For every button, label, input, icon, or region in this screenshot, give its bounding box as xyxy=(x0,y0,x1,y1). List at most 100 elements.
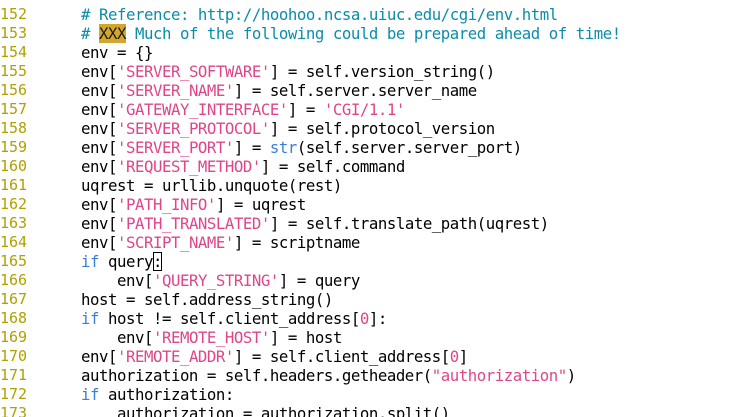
code-text[interactable]: env['PATH_TRANSLATED'] = self.translate_… xyxy=(81,214,549,233)
line-number: 156 xyxy=(0,81,28,99)
code-token: env[ xyxy=(81,119,117,138)
code-text[interactable]: # Reference: http://hoohoo.ncsa.uiuc.edu… xyxy=(81,5,558,24)
code-text[interactable]: uqrest = urllib.unquote(rest) xyxy=(81,176,342,195)
code-token: ] = query xyxy=(278,271,360,290)
code-text[interactable]: env['PATH_INFO'] = uqrest xyxy=(81,195,306,214)
code-line[interactable]: 169 env['REMOTE_HOST'] = host xyxy=(0,328,754,347)
code-token: ]: xyxy=(368,309,387,328)
code-token: env = {} xyxy=(81,43,153,62)
code-token: (self.server.server_port) xyxy=(296,138,522,157)
code-token: env[ xyxy=(81,233,117,252)
code-line[interactable]: 161 uqrest = urllib.unquote(rest) xyxy=(0,176,754,195)
code-text[interactable]: if query: xyxy=(81,252,162,271)
code-text[interactable]: # XXX Much of the following could be pre… xyxy=(81,24,621,43)
code-text[interactable]: env['REMOTE_HOST'] = host xyxy=(81,328,342,347)
code-line[interactable]: 167 host = self.address_string() xyxy=(0,290,754,309)
code-text[interactable]: authorization = self.headers.getheader("… xyxy=(81,366,576,385)
code-text[interactable]: if host != self.client_address[0]: xyxy=(81,309,387,328)
line-number: 164 xyxy=(0,233,28,251)
line-number: 158 xyxy=(0,119,28,137)
code-line[interactable]: 163 env['PATH_TRANSLATED'] = self.transla… xyxy=(0,214,754,233)
code-line[interactable]: 156 env['SERVER_NAME'] = self.server.serv… xyxy=(0,81,754,100)
code-line[interactable]: 160 env['REQUEST_METHOD'] = self.command xyxy=(0,157,754,176)
comment-token: # Reference: http://hoohoo.ncsa.uiuc.edu… xyxy=(81,5,558,24)
code-text[interactable]: host = self.address_string() xyxy=(81,290,333,309)
code-line[interactable]: 153 # XXX Much of the following could be … xyxy=(0,24,754,43)
code-line[interactable]: 171 authorization = self.headers.getheade… xyxy=(0,366,754,385)
string-token: 'GATEWAY_INTERFACE' xyxy=(116,100,288,119)
code-token: ] = self.client_address[ xyxy=(233,347,450,366)
code-text[interactable]: env['REQUEST_METHOD'] = self.command xyxy=(81,157,405,176)
code-text[interactable]: env['SERVER_PROTOCOL'] = self.protocol_v… xyxy=(81,119,495,138)
code-line[interactable]: 164 env['SCRIPT_NAME'] = scriptname xyxy=(0,233,754,252)
code-text[interactable]: env['GATEWAY_INTERFACE'] = 'CGI/1.1' xyxy=(81,100,405,119)
line-number: 160 xyxy=(0,157,28,175)
line-number: 154 xyxy=(0,43,28,61)
code-line[interactable]: 155 env['SERVER_SOFTWARE'] = self.version… xyxy=(0,62,754,81)
line-number: 172 xyxy=(0,385,28,403)
code-line[interactable]: 166 env['QUERY_STRING'] = query xyxy=(0,271,754,290)
code-token: env[ xyxy=(81,347,117,366)
code-token: ] xyxy=(458,347,468,366)
string-token: "authorization" xyxy=(431,366,567,385)
code-text[interactable]: env = {} xyxy=(81,43,153,62)
code-text[interactable]: authorization = authorization.split() xyxy=(81,404,450,417)
code-text[interactable]: if authorization: xyxy=(81,385,234,404)
code-token: ] = self.version_string() xyxy=(269,62,495,81)
string-token: 'SCRIPT_NAME' xyxy=(116,233,234,252)
code-token: ] = xyxy=(233,138,270,157)
code-token: host = self.address_string() xyxy=(81,290,333,309)
line-number: 171 xyxy=(0,366,28,384)
string-token: 'PATH_INFO' xyxy=(116,195,216,214)
code-text[interactable]: env['QUERY_STRING'] = query xyxy=(81,271,360,290)
line-number: 161 xyxy=(0,176,28,194)
string-token: 'PATH_TRANSLATED' xyxy=(116,214,270,233)
line-number: 169 xyxy=(0,328,28,346)
code-text[interactable]: env['SERVER_PORT'] = str(self.server.ser… xyxy=(81,138,522,157)
code-line[interactable]: 172 if authorization: xyxy=(0,385,754,404)
code-token: authorization: xyxy=(99,385,234,404)
line-number: 173 xyxy=(0,404,28,417)
code-token: env[ xyxy=(81,62,117,81)
code-token: authorization = self.headers.getheader( xyxy=(81,366,432,385)
todo-highlight: XXX xyxy=(99,24,126,43)
code-line[interactable]: 157 env['GATEWAY_INTERFACE'] = 'CGI/1.1' xyxy=(0,100,754,119)
string-token: 'QUERY_STRING' xyxy=(152,271,279,290)
code-token: env[ xyxy=(81,100,117,119)
line-number: 163 xyxy=(0,214,28,232)
line-number: 152 xyxy=(0,5,28,23)
comment-token: Much of the following could be prepared … xyxy=(125,24,621,43)
code-text[interactable]: env['SERVER_NAME'] = self.server.server_… xyxy=(81,81,477,100)
code-token: host != self.client_address[ xyxy=(99,309,360,328)
code-line[interactable]: 159 env['SERVER_PORT'] = str(self.server.… xyxy=(0,138,754,157)
code-line[interactable]: 170 env['REMOTE_ADDR'] = self.client_addr… xyxy=(0,347,754,366)
line-number: 159 xyxy=(0,138,28,156)
code-token: ] = self.server.server_name xyxy=(233,81,477,100)
code-token: ] = self.command xyxy=(260,157,405,176)
code-line[interactable]: 152 # Reference: http://hoohoo.ncsa.uiuc.… xyxy=(0,5,754,24)
code-token: env[ xyxy=(81,157,117,176)
code-token: env[ xyxy=(81,328,153,347)
string-token: 'REMOTE_HOST' xyxy=(152,328,270,347)
line-number: 165 xyxy=(0,252,28,270)
code-editor[interactable]: 152 # Reference: http://hoohoo.ncsa.uiuc.… xyxy=(0,0,754,417)
code-token: ] = scriptname xyxy=(233,233,360,252)
keyword-token: if xyxy=(81,309,99,328)
line-number: 170 xyxy=(0,347,28,365)
string-token: 'SERVER_PORT' xyxy=(116,138,234,157)
code-text[interactable]: env['SCRIPT_NAME'] = scriptname xyxy=(81,233,360,252)
code-line[interactable]: 158 env['SERVER_PROTOCOL'] = self.protoco… xyxy=(0,119,754,138)
line-number: 168 xyxy=(0,309,28,327)
code-token: ] = self.protocol_version xyxy=(269,119,495,138)
code-token: ] = xyxy=(287,100,324,119)
code-line[interactable]: 173 authorization = authorization.split(… xyxy=(0,404,754,417)
code-line[interactable]: 162 env['PATH_INFO'] = uqrest xyxy=(0,195,754,214)
code-line[interactable]: 168 if host != self.client_address[0]: xyxy=(0,309,754,328)
code-text[interactable]: env['SERVER_SOFTWARE'] = self.version_st… xyxy=(81,62,495,81)
code-line[interactable]: 165 if query: xyxy=(0,252,754,271)
code-text[interactable]: env['REMOTE_ADDR'] = self.client_address… xyxy=(81,347,468,366)
code-token: env[ xyxy=(81,195,117,214)
code-line[interactable]: 154 env = {} xyxy=(0,43,754,62)
string-token: 'CGI/1.1' xyxy=(323,100,405,119)
string-token: 'SERVER_SOFTWARE' xyxy=(116,62,270,81)
